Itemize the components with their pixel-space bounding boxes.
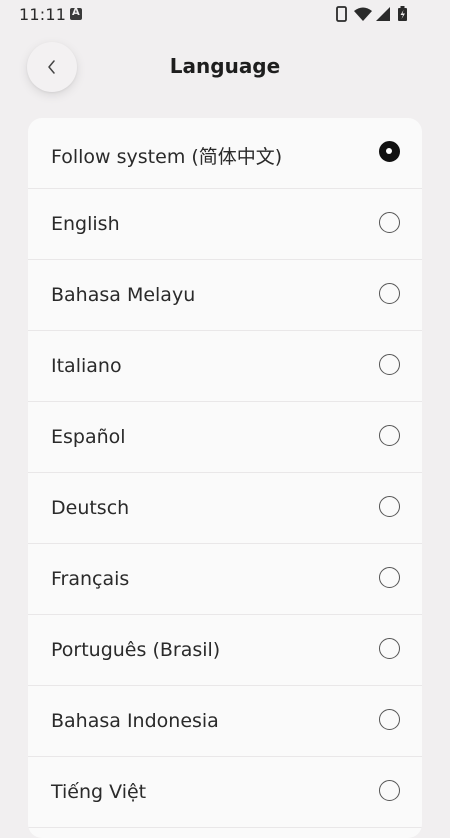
language-option-bahasa-melayu[interactable]: Bahasa Melayu bbox=[28, 260, 422, 331]
page-title: Language bbox=[169, 54, 281, 78]
status-icons bbox=[336, 5, 416, 23]
status-bar: 11:11 bbox=[0, 0, 450, 30]
radio-button[interactable] bbox=[379, 496, 400, 517]
language-label: Bahasa Melayu bbox=[51, 284, 196, 306]
radio-button[interactable] bbox=[379, 212, 400, 233]
language-label: Español bbox=[51, 426, 126, 448]
language-label: Italiano bbox=[51, 355, 122, 377]
radio-button[interactable] bbox=[379, 425, 400, 446]
a-notification-icon bbox=[70, 7, 82, 20]
language-option-italiano[interactable]: Italiano bbox=[28, 331, 422, 402]
wifi-icon bbox=[354, 7, 372, 21]
language-label: Deutsch bbox=[51, 497, 130, 519]
language-option-english[interactable]: English bbox=[28, 189, 422, 260]
language-option-bahasa-indonesia[interactable]: Bahasa Indonesia bbox=[28, 686, 422, 757]
radio-button[interactable] bbox=[379, 709, 400, 730]
language-option-espanol[interactable]: Español bbox=[28, 402, 422, 473]
language-label: Follow system (简体中文) bbox=[51, 146, 283, 168]
radio-button-selected[interactable] bbox=[379, 141, 400, 162]
phone-icon bbox=[336, 6, 347, 22]
header: Language bbox=[0, 30, 450, 106]
radio-button[interactable] bbox=[379, 354, 400, 375]
language-label: Português (Brasil) bbox=[51, 639, 221, 661]
battery-icon bbox=[398, 6, 407, 21]
language-option-follow-system[interactable]: Follow system (简体中文) bbox=[28, 118, 422, 189]
language-label: Français bbox=[51, 568, 130, 590]
language-option-portugues-brasil[interactable]: Português (Brasil) bbox=[28, 615, 422, 686]
language-list: Follow system (简体中文) English Bahasa Mela… bbox=[28, 118, 422, 838]
radio-button[interactable] bbox=[379, 780, 400, 801]
language-option-francais[interactable]: Français bbox=[28, 544, 422, 615]
status-time: 11:11 bbox=[19, 5, 67, 24]
radio-button[interactable] bbox=[379, 283, 400, 304]
language-option-tieng-viet[interactable]: Tiếng Việt bbox=[28, 757, 422, 828]
language-label: English bbox=[51, 213, 120, 235]
radio-button[interactable] bbox=[379, 638, 400, 659]
radio-button[interactable] bbox=[379, 567, 400, 588]
language-option-deutsch[interactable]: Deutsch bbox=[28, 473, 422, 544]
language-label: Bahasa Indonesia bbox=[51, 710, 219, 732]
signal-icon bbox=[376, 7, 390, 21]
